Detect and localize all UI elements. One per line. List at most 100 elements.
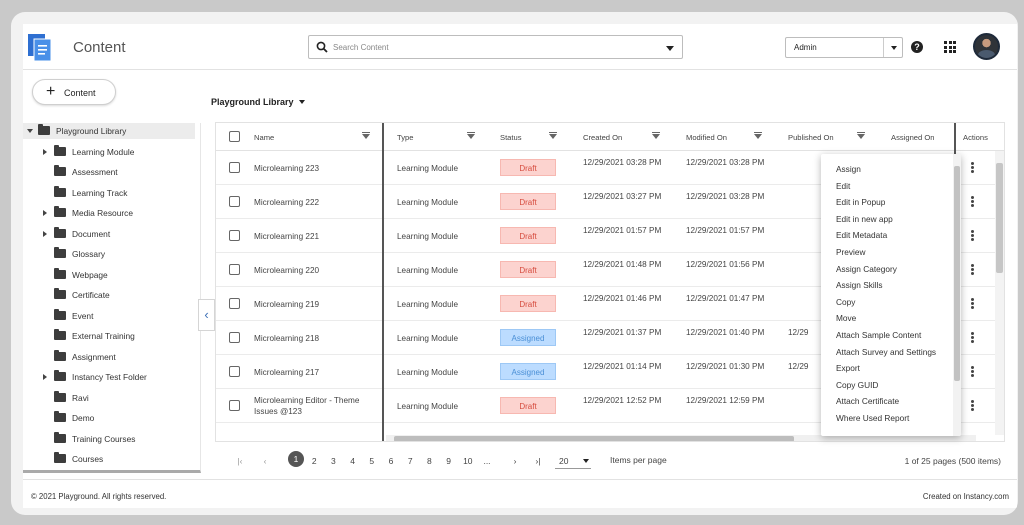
chevron-down-icon[interactable] <box>891 46 897 50</box>
row-checkbox[interactable] <box>229 366 240 377</box>
tree-item[interactable]: Instancy Test Folder <box>23 369 195 385</box>
page-1[interactable]: 1 <box>288 451 304 467</box>
cell-name[interactable]: Microlearning 218 <box>254 333 374 344</box>
items-per-page-select[interactable]: 20 <box>555 451 591 469</box>
filter-icon[interactable] <box>652 132 660 139</box>
chevron-right-icon[interactable] <box>43 230 47 237</box>
page-9[interactable]: 9 <box>442 456 456 466</box>
filter-icon[interactable] <box>754 132 762 139</box>
select-all-checkbox[interactable] <box>229 131 240 142</box>
frozen-column-divider[interactable] <box>382 123 384 441</box>
menu-item-assign[interactable]: Assign <box>836 164 861 174</box>
row-checkbox[interactable] <box>229 230 240 241</box>
tree-item[interactable]: Event <box>23 308 195 324</box>
help-icon[interactable]: ? <box>911 41 923 53</box>
tree-item[interactable]: Certificate <box>23 287 195 303</box>
more-actions-icon[interactable] <box>971 264 974 275</box>
page-2[interactable]: 2 <box>307 456 321 466</box>
more-actions-icon[interactable] <box>971 366 974 377</box>
tree-item[interactable]: Demo <box>23 410 195 426</box>
page-10[interactable]: 10 <box>461 456 475 466</box>
menu-item-attach-survey-and-settings[interactable]: Attach Survey and Settings <box>836 347 936 357</box>
page-5[interactable]: 5 <box>365 456 379 466</box>
menu-item-edit[interactable]: Edit <box>836 181 850 191</box>
menu-item-move[interactable]: Move <box>836 313 856 323</box>
more-actions-icon[interactable] <box>971 162 974 173</box>
first-page-icon[interactable]: |‹ <box>233 456 247 466</box>
filter-icon[interactable] <box>467 132 475 139</box>
page-3[interactable]: 3 <box>326 456 340 466</box>
row-checkbox[interactable] <box>229 400 240 411</box>
cell-name[interactable]: Microlearning 223 <box>254 163 374 174</box>
search-dropdown-caret-icon[interactable] <box>666 46 674 51</box>
cell-name[interactable]: Microlearning 221 <box>254 231 374 242</box>
menu-item-export[interactable]: Export <box>836 363 860 373</box>
tree-item[interactable]: Training Courses <box>23 431 195 447</box>
more-actions-icon[interactable] <box>971 230 974 241</box>
search-input[interactable] <box>333 39 653 55</box>
apps-grid-icon[interactable] <box>944 41 956 53</box>
menu-item-attach-certificate[interactable]: Attach Certificate <box>836 396 899 406</box>
tree-item[interactable]: Assessment <box>23 164 195 180</box>
last-page-icon[interactable]: ›| <box>531 456 545 466</box>
vertical-scroll-thumb[interactable] <box>996 163 1003 273</box>
column-header-name[interactable]: Name <box>254 133 274 142</box>
more-actions-icon[interactable] <box>971 400 974 411</box>
chevron-right-icon[interactable] <box>43 210 47 216</box>
tree-item[interactable]: Learning Module <box>23 144 195 160</box>
menu-item-where-used-report[interactable]: Where Used Report <box>836 413 909 423</box>
previous-page-icon[interactable]: ‹ <box>258 456 272 466</box>
page-6[interactable]: 6 <box>384 456 398 466</box>
cell-name[interactable]: Microlearning Editor - Theme Issues @123 <box>254 395 374 417</box>
tree-item[interactable]: Media Resource <box>23 205 195 221</box>
menu-item-assign-skills[interactable]: Assign Skills <box>836 280 883 290</box>
search-box[interactable] <box>308 35 683 59</box>
row-checkbox[interactable] <box>229 298 240 309</box>
menu-scroll-thumb[interactable] <box>954 166 960 381</box>
menu-item-edit-metadata[interactable]: Edit Metadata <box>836 230 887 240</box>
more-actions-icon[interactable] <box>971 332 974 343</box>
tree-item[interactable]: Playground Library <box>23 123 195 139</box>
menu-item-copy-guid[interactable]: Copy GUID <box>836 380 878 390</box>
vertical-scrollbar[interactable] <box>995 151 1004 435</box>
row-checkbox[interactable] <box>229 264 240 275</box>
menu-item-attach-sample-content[interactable]: Attach Sample Content <box>836 330 921 340</box>
filter-icon[interactable] <box>857 132 865 139</box>
tree-item[interactable]: Webpage <box>23 267 195 283</box>
tree-item[interactable]: Learning Track <box>23 185 195 201</box>
page-ellipsis[interactable]: ... <box>480 456 494 466</box>
menu-item-edit-in-new-app[interactable]: Edit in new app <box>836 214 893 224</box>
collapse-sidebar-button[interactable]: ‹ <box>198 299 215 331</box>
library-selector[interactable]: Playground Library <box>211 97 305 107</box>
next-page-icon[interactable]: › <box>508 456 522 466</box>
cell-name[interactable]: Microlearning 219 <box>254 299 374 310</box>
row-checkbox[interactable] <box>229 196 240 207</box>
tree-item[interactable]: Courses <box>23 451 195 467</box>
tree-item[interactable]: External Training <box>23 328 195 344</box>
column-header-created-on[interactable]: Created On <box>583 133 622 142</box>
page-8[interactable]: 8 <box>422 456 436 466</box>
column-header-type[interactable]: Type <box>397 133 413 142</box>
horizontal-scroll-thumb[interactable] <box>394 436 794 441</box>
tree-item[interactable]: Document <box>23 226 195 242</box>
user-avatar[interactable] <box>973 33 1000 60</box>
role-select[interactable]: Admin <box>785 37 903 58</box>
cell-name[interactable]: Microlearning 217 <box>254 367 374 378</box>
filter-icon[interactable] <box>549 132 557 139</box>
chevron-right-icon[interactable] <box>43 374 47 380</box>
column-header-status[interactable]: Status <box>500 133 522 142</box>
menu-item-edit-in-popup[interactable]: Edit in Popup <box>836 197 885 207</box>
column-header-modified-on[interactable]: Modified On <box>686 133 727 142</box>
column-header-assigned-on[interactable]: Assigned On <box>891 133 934 142</box>
tree-item[interactable]: Glossary <box>23 246 195 262</box>
chevron-right-icon[interactable] <box>43 148 47 155</box>
more-actions-icon[interactable] <box>971 298 974 309</box>
menu-scrollbar[interactable] <box>953 154 961 436</box>
page-4[interactable]: 4 <box>346 456 360 466</box>
menu-item-assign-category[interactable]: Assign Category <box>836 264 897 274</box>
tree-item[interactable]: Ravi <box>23 390 195 406</box>
row-checkbox[interactable] <box>229 332 240 343</box>
horizontal-scrollbar[interactable] <box>386 435 976 441</box>
menu-item-preview[interactable]: Preview <box>836 247 866 257</box>
page-7[interactable]: 7 <box>403 456 417 466</box>
